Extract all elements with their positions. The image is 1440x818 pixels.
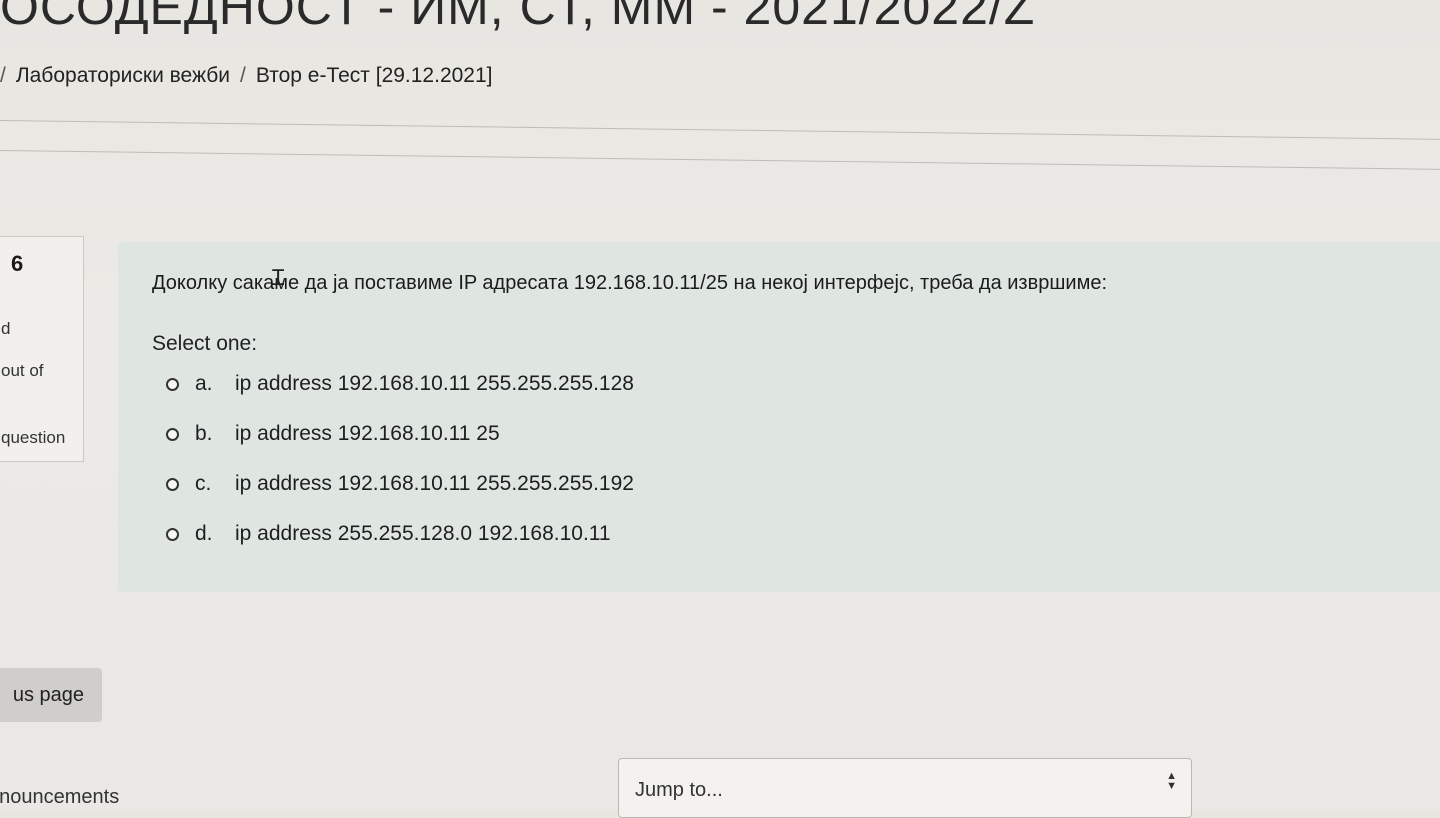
option-text: ip address 192.168.10.11 25 <box>235 422 500 445</box>
option-letter: d. <box>195 522 213 545</box>
radio-button-icon[interactable] <box>166 477 179 491</box>
option-text: ip address 255.255.128.0 192.168.10.11 <box>235 522 611 545</box>
divider <box>0 150 1440 170</box>
answer-option-c[interactable]: c. ip address 192.168.10.11 255.255.255.… <box>166 472 634 496</box>
question-info-panel: 6 d out of question <box>0 236 84 462</box>
jump-to-select[interactable]: Jump to... ▲ ▼ <box>618 758 1192 818</box>
question-status: d <box>1 319 11 338</box>
select-one-prompt: Select one: <box>152 332 258 355</box>
announcements-link[interactable]: nnouncements <box>0 786 119 809</box>
option-letter: a. <box>195 372 213 395</box>
course-title: ОСОДЕДНОСТ - ИМ, СТ, ММ - 2021/2022/Z <box>0 0 1036 35</box>
breadcrumb-separator: / <box>0 64 6 87</box>
answer-option-b[interactable]: b. ip address 192.168.10.11 25 <box>166 422 500 446</box>
answer-option-a[interactable]: a. ip address 192.168.10.11 255.255.255.… <box>166 372 634 396</box>
option-text: ip address 192.168.10.11 255.255.255.192 <box>235 472 634 495</box>
answer-option-d[interactable]: d. ip address 255.255.128.0 192.168.10.1… <box>166 522 611 546</box>
jump-to-label: Jump to... <box>635 779 723 801</box>
breadcrumb: / Лабораториски вежби / Втор е-Тест [29.… <box>0 64 493 88</box>
i-beam-cursor-icon: Ɪ <box>272 266 285 291</box>
question-number: 6 <box>11 251 24 276</box>
divider <box>0 120 1440 140</box>
breadcrumb-item-lab-exercises[interactable]: Лабораториски вежби <box>16 64 230 88</box>
question-mark: out of <box>1 361 44 380</box>
flag-question-link[interactable]: question <box>1 428 65 448</box>
previous-page-label: us page <box>12 683 84 706</box>
radio-button-icon[interactable] <box>166 527 179 541</box>
up-down-arrows-icon: ▲ ▼ <box>1166 770 1177 792</box>
option-text: ip address 192.168.10.11 255.255.255.128 <box>235 372 634 395</box>
option-letter: b. <box>195 422 213 445</box>
radio-button-icon[interactable] <box>166 427 179 441</box>
breadcrumb-item-second-etest[interactable]: Втор е-Тест [29.12.2021] <box>256 64 493 88</box>
question-text: Доколку сакаме да ја поставиме IP адреса… <box>152 272 1107 294</box>
previous-page-button[interactable]: us page <box>0 668 102 722</box>
question-content: Доколку сакаме да ја поставиме IP адреса… <box>118 242 1440 592</box>
option-letter: c. <box>195 472 212 495</box>
breadcrumb-separator: / <box>240 64 246 87</box>
radio-button-icon[interactable] <box>166 377 179 391</box>
